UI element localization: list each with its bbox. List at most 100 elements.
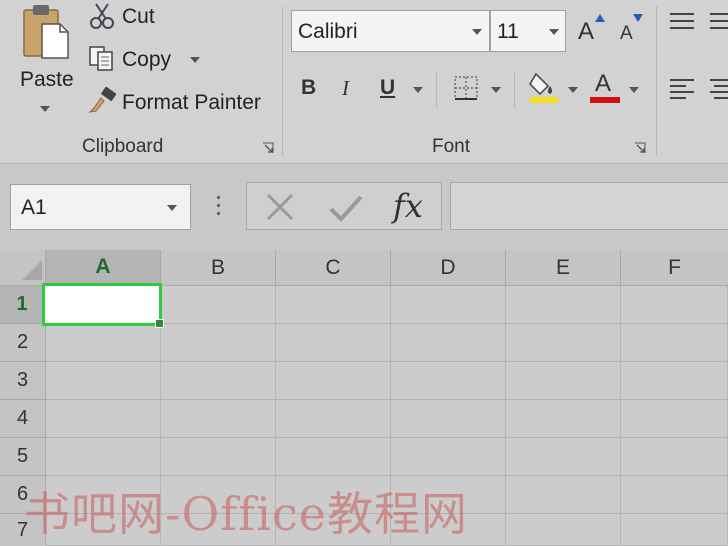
underline-button[interactable]: U xyxy=(380,76,395,100)
column-header-d[interactable]: D xyxy=(391,250,506,286)
font-size-combo[interactable]: 11 xyxy=(490,10,566,52)
cell-e2[interactable] xyxy=(506,324,621,362)
grow-arrow-icon xyxy=(595,14,605,22)
cell-c4[interactable] xyxy=(276,400,391,438)
cell-d4[interactable] xyxy=(391,400,506,438)
cell-c1[interactable] xyxy=(276,286,391,324)
column-header-e[interactable]: E xyxy=(506,250,621,286)
column-header-a[interactable]: A xyxy=(46,250,161,286)
column-header-f[interactable]: F xyxy=(621,250,728,286)
cell-d2[interactable] xyxy=(391,324,506,362)
underline-dropdown-icon[interactable] xyxy=(413,87,423,93)
cell-b2[interactable] xyxy=(161,324,276,362)
fill-color-dropdown-icon[interactable] xyxy=(568,87,578,93)
paintbrush-icon xyxy=(88,86,117,113)
paste-icon xyxy=(23,5,69,59)
row-header-2[interactable]: 2 xyxy=(0,324,46,362)
cell-f4[interactable] xyxy=(621,400,728,438)
cell-f5[interactable] xyxy=(621,438,728,476)
cell-c3[interactable] xyxy=(276,362,391,400)
cell-b1[interactable] xyxy=(161,286,276,324)
row-header-label: 2 xyxy=(16,331,29,353)
cell-f6[interactable] xyxy=(621,476,728,514)
cancel-icon[interactable] xyxy=(265,193,295,221)
cell-e1[interactable] xyxy=(506,286,621,324)
copy-dropdown-icon[interactable] xyxy=(190,57,200,63)
align-center-icon[interactable] xyxy=(708,78,728,100)
cell-d5[interactable] xyxy=(391,438,506,476)
font-name-value: Calibri xyxy=(298,20,358,43)
italic-button[interactable]: I xyxy=(342,76,349,101)
cell-e5[interactable] xyxy=(506,438,621,476)
cell-e4[interactable] xyxy=(506,400,621,438)
cut-button[interactable]: Cut xyxy=(88,2,168,32)
cell-c2[interactable] xyxy=(276,324,391,362)
cell-d3[interactable] xyxy=(391,362,506,400)
font-group-label: Font xyxy=(432,136,471,157)
cell-a5[interactable] xyxy=(46,438,161,476)
ribbon-separator xyxy=(656,6,657,156)
name-box-value: A1 xyxy=(21,196,47,219)
paste-button[interactable]: Paste xyxy=(12,0,76,125)
cell-b3[interactable] xyxy=(161,362,276,400)
cell-f1[interactable] xyxy=(621,286,728,324)
fill-color-icon[interactable] xyxy=(528,70,560,104)
cell-a3[interactable] xyxy=(46,362,161,400)
column-header-label: A xyxy=(95,255,111,278)
cell-b5[interactable] xyxy=(161,438,276,476)
name-box[interactable]: A1 xyxy=(10,184,191,230)
selected-cell-a1[interactable] xyxy=(42,283,164,328)
clipboard-group-label: Clipboard xyxy=(82,136,164,157)
row-header-4[interactable]: 4 xyxy=(0,400,46,438)
cell-e6[interactable] xyxy=(506,476,621,514)
select-all-corner[interactable] xyxy=(0,250,46,286)
copy-icon xyxy=(89,46,113,71)
font-name-dropdown-icon[interactable] xyxy=(472,29,482,35)
font-color-dropdown-icon[interactable] xyxy=(629,87,639,93)
column-header-c[interactable]: C xyxy=(276,250,391,286)
borders-icon[interactable] xyxy=(452,74,480,102)
font-color-button[interactable]: A xyxy=(590,70,622,104)
paste-dropdown-icon[interactable] xyxy=(40,106,50,112)
cell-f7[interactable] xyxy=(621,514,728,546)
align-top-icon[interactable] xyxy=(668,12,696,30)
grow-font-button[interactable]: A xyxy=(578,14,608,46)
align-left-icon[interactable] xyxy=(668,78,696,100)
cell-c5[interactable] xyxy=(276,438,391,476)
cell-e7[interactable] xyxy=(506,514,621,546)
cell-f3[interactable] xyxy=(621,362,728,400)
copy-button[interactable]: Copy xyxy=(88,44,208,74)
row-header-1[interactable]: 1 xyxy=(0,286,46,324)
insert-function-button[interactable]: fx xyxy=(393,187,423,225)
cell-e3[interactable] xyxy=(506,362,621,400)
row-header-3[interactable]: 3 xyxy=(0,362,46,400)
borders-dropdown-icon[interactable] xyxy=(491,87,501,93)
cell-a4[interactable] xyxy=(46,400,161,438)
cell-f2[interactable] xyxy=(621,324,728,362)
row-header-label: 3 xyxy=(16,369,29,391)
format-painter-button[interactable]: Format Painter xyxy=(88,86,268,116)
font-launcher-icon[interactable] xyxy=(634,142,646,154)
ribbon-separator xyxy=(514,72,515,108)
cell-a2[interactable] xyxy=(46,324,161,362)
enter-check-icon[interactable] xyxy=(329,193,363,223)
row-header-5[interactable]: 5 xyxy=(0,438,46,476)
row-header-label: 1 xyxy=(16,293,28,315)
column-header-b[interactable]: B xyxy=(161,250,276,286)
column-header-label: D xyxy=(440,255,456,279)
fill-handle[interactable] xyxy=(155,319,164,328)
font-size-dropdown-icon[interactable] xyxy=(549,29,559,35)
column-header-label: E xyxy=(555,255,570,279)
column-header-label: C xyxy=(325,255,341,279)
formula-bar-grip-icon[interactable] xyxy=(217,196,220,218)
cell-d1[interactable] xyxy=(391,286,506,324)
shrink-font-button[interactable]: A xyxy=(618,14,648,46)
formula-input[interactable] xyxy=(450,182,728,230)
font-name-combo[interactable]: Calibri xyxy=(291,10,490,52)
align-top-icon[interactable] xyxy=(708,12,728,30)
shrink-font-label: A xyxy=(620,23,633,44)
name-box-dropdown-icon[interactable] xyxy=(167,205,177,211)
bold-button[interactable]: B xyxy=(301,76,316,100)
clipboard-launcher-icon[interactable] xyxy=(262,142,274,154)
cell-b4[interactable] xyxy=(161,400,276,438)
